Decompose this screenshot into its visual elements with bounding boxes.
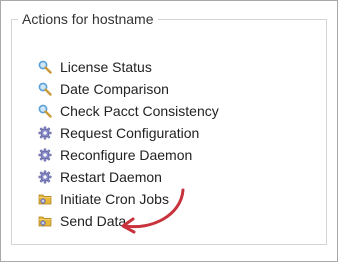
- action-check-pacct-consistency[interactable]: Check Pacct Consistency: [38, 100, 219, 122]
- action-reconfigure-daemon[interactable]: Reconfigure Daemon: [38, 144, 219, 166]
- folder-gear-icon: [38, 216, 52, 227]
- folder-gear-icon: [38, 194, 52, 205]
- magnifier-icon: [38, 104, 52, 118]
- annotation-arrow: [121, 188, 185, 234]
- gear-icon: [38, 170, 52, 184]
- gear-icon: [38, 126, 52, 140]
- action-date-comparison[interactable]: Date Comparison: [38, 78, 219, 100]
- action-label: Check Pacct Consistency: [60, 103, 219, 119]
- action-label: License Status: [60, 59, 152, 75]
- action-label: Request Configuration: [60, 125, 200, 141]
- action-restart-daemon[interactable]: Restart Daemon: [38, 166, 219, 188]
- action-request-configuration[interactable]: Request Configuration: [38, 122, 219, 144]
- action-license-status[interactable]: License Status: [38, 56, 219, 78]
- action-label: Date Comparison: [60, 81, 169, 97]
- gear-icon: [38, 148, 52, 162]
- magnifier-icon: [38, 82, 52, 96]
- action-label: Restart Daemon: [60, 169, 162, 185]
- magnifier-icon: [38, 60, 52, 74]
- actions-window: Actions for hostname License Status Date…: [0, 0, 338, 262]
- panel-title: Actions for hostname: [22, 11, 154, 27]
- action-label: Reconfigure Daemon: [60, 147, 193, 163]
